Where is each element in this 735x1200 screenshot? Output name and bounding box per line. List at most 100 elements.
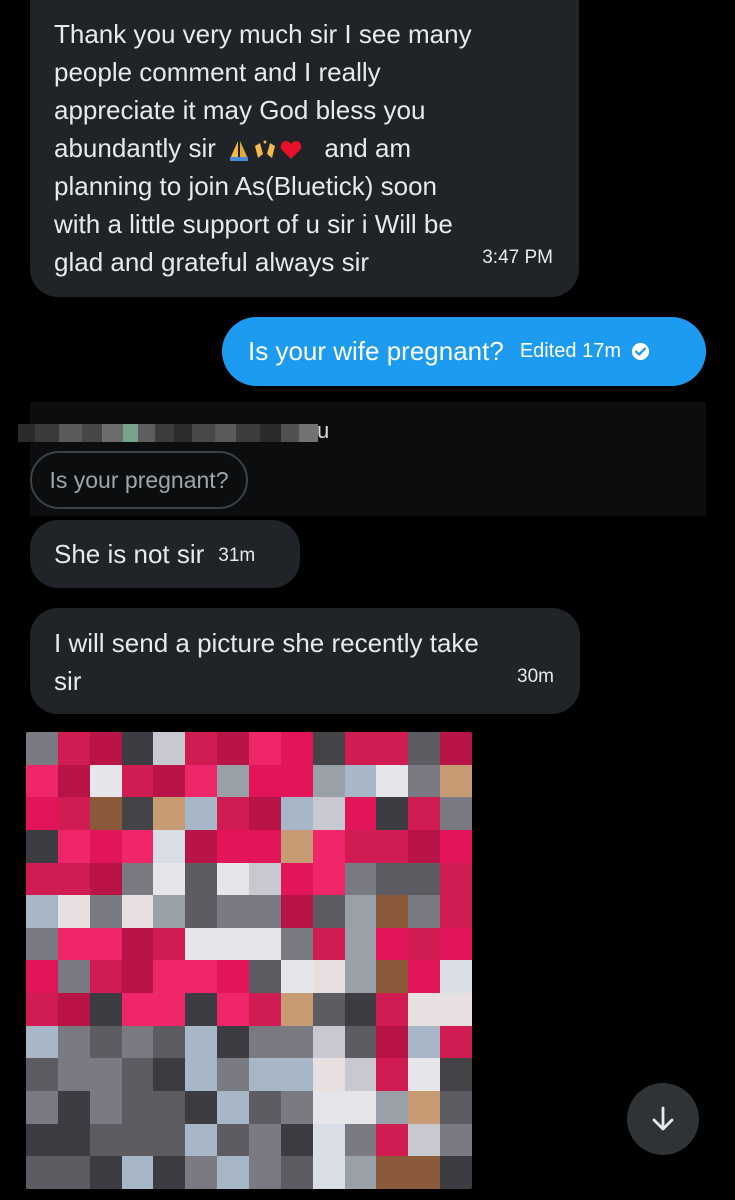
message-line: I will send a picture she recently take bbox=[54, 628, 479, 658]
photo-pixel bbox=[121, 895, 154, 928]
photo-pixel bbox=[121, 1091, 154, 1124]
arrow-down-icon bbox=[652, 1106, 674, 1131]
photo-pixel bbox=[57, 1123, 90, 1157]
photo-pixel bbox=[312, 927, 345, 961]
photo-pixel bbox=[376, 1025, 409, 1059]
photo-pixel bbox=[57, 895, 90, 928]
message-line: abundantly sir bbox=[54, 133, 216, 163]
check-circle-icon bbox=[631, 342, 650, 361]
photo-pixel bbox=[249, 764, 281, 798]
message-line: Thank you very much sir I see many bbox=[54, 19, 472, 49]
message-line: glad and grateful always sir bbox=[54, 247, 370, 277]
photo-pixel bbox=[217, 797, 249, 830]
photo-pixel bbox=[280, 895, 313, 928]
photo-pixel bbox=[280, 927, 313, 961]
photo-pixel bbox=[185, 732, 218, 765]
message-timestamp: 30m bbox=[517, 666, 554, 687]
photo-pixel bbox=[249, 862, 281, 896]
photo-pixel bbox=[121, 1123, 154, 1157]
photo-pixel bbox=[249, 1091, 281, 1124]
photo-pixel bbox=[440, 1123, 472, 1157]
photo-pixel bbox=[185, 829, 218, 863]
photo-pixel bbox=[89, 1025, 122, 1059]
photo-pixel bbox=[408, 1091, 441, 1124]
photo-pixel bbox=[280, 862, 313, 896]
photo-pixel bbox=[153, 829, 186, 863]
photo-pixel bbox=[26, 1058, 58, 1092]
photo-pixel bbox=[312, 1123, 345, 1157]
message-timestamp: 31m bbox=[218, 545, 256, 566]
message-line: people comment and I really bbox=[54, 57, 381, 87]
photo-pixel bbox=[312, 797, 345, 830]
photo-pixel bbox=[26, 862, 58, 896]
photo-pixel bbox=[121, 797, 154, 830]
message-bubble-sent[interactable]: Is your wife pregnant? Edited 17m bbox=[222, 317, 706, 386]
photo-pixel bbox=[57, 1156, 90, 1189]
photo-pixel bbox=[312, 1091, 345, 1124]
photo-pixel bbox=[344, 895, 377, 928]
photo-pixel bbox=[185, 1058, 218, 1092]
photo-pixel bbox=[408, 993, 441, 1026]
message-line: planning to join As(Bluetick) soon bbox=[54, 171, 438, 201]
photo-pixel bbox=[440, 1025, 472, 1059]
photo-pixel bbox=[26, 1123, 58, 1157]
photo-pixel bbox=[121, 1156, 154, 1189]
photo-pixel bbox=[153, 895, 186, 928]
photo-pixel bbox=[121, 829, 154, 863]
photo-pixel bbox=[249, 895, 281, 928]
photo-pixel bbox=[249, 1058, 281, 1092]
message-bubble-received[interactable]: I will send a picture she recently take … bbox=[30, 608, 580, 714]
photo-pixel bbox=[217, 1025, 249, 1059]
photo-pixel bbox=[440, 993, 472, 1026]
photo-pixel bbox=[89, 764, 122, 798]
photo-pixel bbox=[249, 960, 281, 994]
photo-pixel bbox=[312, 829, 345, 863]
photo-pixel bbox=[312, 862, 345, 896]
photo-pixel bbox=[280, 829, 313, 863]
photo-pixel bbox=[57, 829, 90, 863]
photo-pixel bbox=[344, 829, 377, 863]
photo-pixel bbox=[57, 993, 90, 1026]
photo-pixel bbox=[440, 764, 472, 798]
photo-pixel bbox=[280, 797, 313, 830]
photo-pixel bbox=[217, 1058, 249, 1092]
photo-pixel bbox=[249, 1123, 281, 1157]
quoted-message[interactable]: Is your pregnant? bbox=[30, 451, 248, 509]
photo-pixel bbox=[280, 1123, 313, 1157]
redacted-text bbox=[18, 424, 318, 442]
photo-pixel bbox=[57, 1091, 90, 1124]
photo-pixel bbox=[217, 862, 249, 896]
photo-pixel bbox=[89, 927, 122, 961]
message-bubble-received[interactable]: Thank you very much sir I see many peopl… bbox=[30, 0, 579, 297]
photo-pixel bbox=[408, 1123, 441, 1157]
photo-pixel bbox=[376, 895, 409, 928]
photo-pixel bbox=[280, 1025, 313, 1059]
photo-pixel bbox=[89, 732, 122, 765]
message-line: and am bbox=[324, 133, 412, 163]
photo-pixel bbox=[312, 1156, 345, 1189]
photo-pixel bbox=[408, 1025, 441, 1059]
photo-pixel bbox=[217, 993, 249, 1026]
photo-pixel bbox=[121, 764, 154, 798]
photo-pixel bbox=[312, 960, 345, 994]
photo-pixel bbox=[376, 960, 409, 994]
photo-pixel bbox=[344, 1058, 377, 1092]
pixelated-photo[interactable] bbox=[26, 732, 472, 1189]
photo-pixel bbox=[26, 732, 58, 765]
scroll-to-bottom-button[interactable] bbox=[627, 1083, 699, 1155]
photo-pixel bbox=[312, 993, 345, 1026]
photo-pixel bbox=[26, 895, 58, 928]
photo-pixel bbox=[89, 797, 122, 830]
message-line: with a little support of u sir i Will be bbox=[54, 209, 453, 239]
photo-pixel bbox=[121, 1058, 154, 1092]
photo-pixel bbox=[89, 1156, 122, 1189]
photo-pixel bbox=[440, 1058, 472, 1092]
photo-pixel bbox=[344, 1156, 377, 1189]
photo-pixel bbox=[408, 862, 441, 896]
edited-label[interactable]: Edited 17m bbox=[520, 340, 621, 363]
photo-pixel bbox=[344, 797, 377, 830]
photo-pixel bbox=[57, 1058, 90, 1092]
message-bubble-received[interactable]: She is not sir 31m bbox=[30, 520, 300, 588]
photo-pixel bbox=[408, 960, 441, 994]
photo-pixel bbox=[376, 797, 409, 830]
